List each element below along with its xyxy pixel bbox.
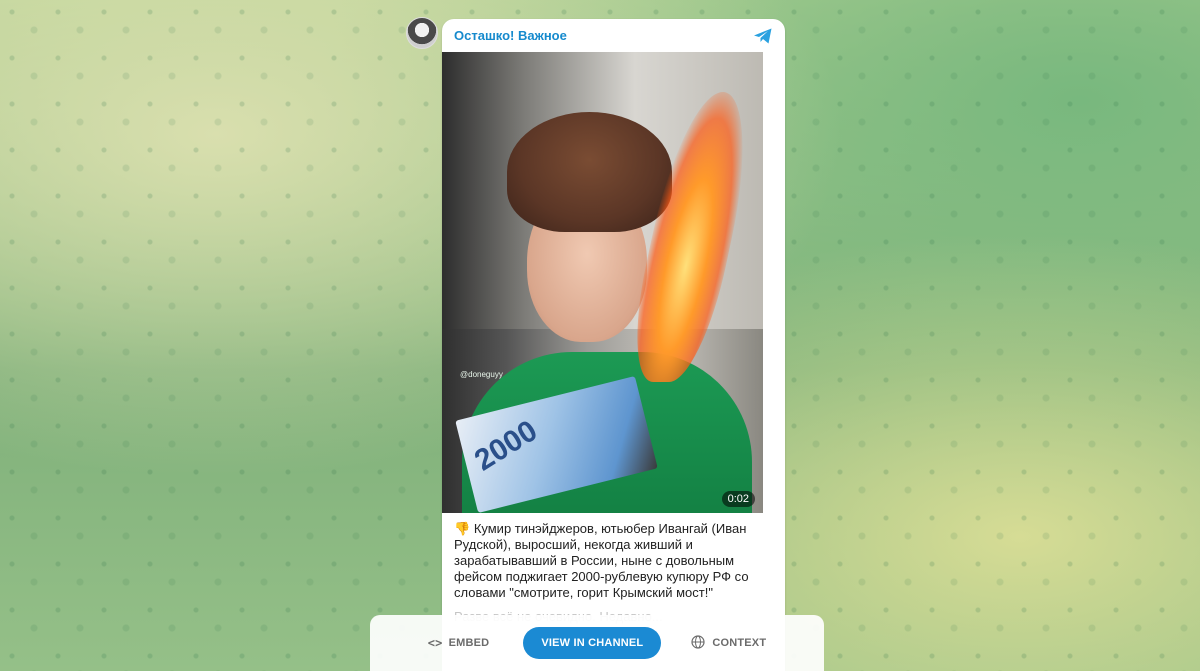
video-hair	[507, 112, 672, 232]
channel-name[interactable]: Осташко! Важное	[454, 28, 567, 43]
telegram-icon[interactable]	[753, 27, 773, 45]
context-button[interactable]: CONTEXT	[691, 634, 767, 652]
channel-avatar[interactable]	[406, 17, 438, 49]
code-icon: <>	[427, 636, 443, 650]
post-caption: 👎 Кумир тинэйджеров, ютьюбер Ивангай (Ив…	[442, 513, 785, 601]
context-label: CONTEXT	[712, 637, 767, 649]
video-watermark: @doneguyy	[460, 370, 503, 379]
embed-toolbar: <> EMBED VIEW IN CHANNEL CONTEXT	[370, 615, 824, 671]
post-card: Осташко! Важное 2000 @doneguyy 0:02 👎 Ку…	[442, 19, 785, 671]
embed-button[interactable]: <> EMBED	[428, 636, 490, 650]
view-in-channel-button[interactable]: VIEW IN CHANNEL	[523, 627, 662, 659]
caption-text: Кумир тинэйджеров, ютьюбер Ивангай (Иван…	[454, 521, 749, 600]
embed-label: EMBED	[448, 637, 490, 649]
post-video[interactable]: 2000 @doneguyy 0:02	[442, 52, 763, 513]
globe-icon	[691, 634, 705, 652]
thumbs-down-icon: 👎	[454, 521, 471, 536]
banknote-denomination: 2000	[468, 414, 544, 478]
post-header: Осташко! Важное	[442, 19, 785, 52]
video-duration: 0:02	[721, 491, 755, 507]
